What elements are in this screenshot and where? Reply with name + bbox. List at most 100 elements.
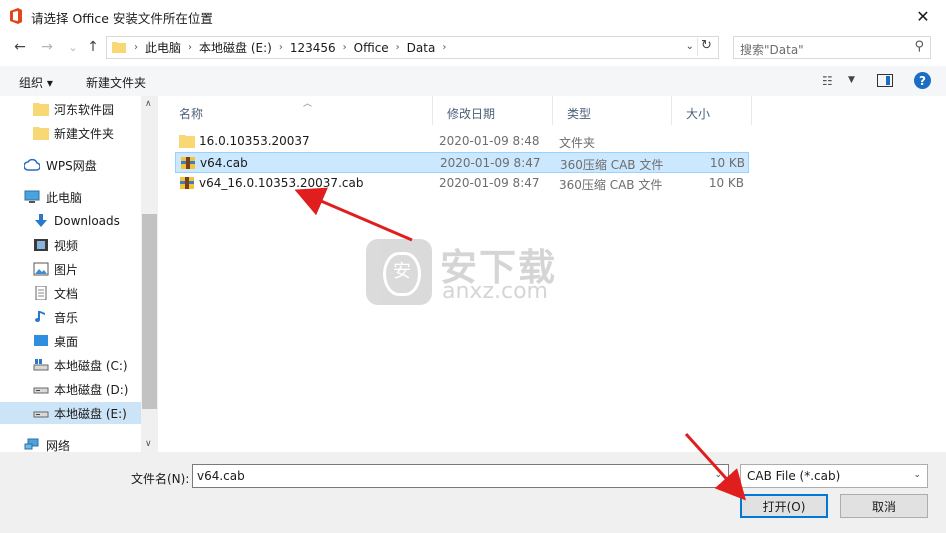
file-type: 360压缩 CAB 文件 xyxy=(559,178,663,192)
sidebar-item-music[interactable]: 音乐 xyxy=(0,306,141,328)
open-button[interactable]: 打开(O) xyxy=(740,494,828,518)
search-icon[interactable]: ⚲ xyxy=(914,39,924,54)
file-date: 2020-01-09 8:48 xyxy=(439,134,540,148)
sidebar-item-videos[interactable]: 视频 xyxy=(0,234,141,256)
computer-icon xyxy=(24,190,40,203)
address-bar[interactable]: › 此电脑 › 本地磁盘 (E:) › 123456 › Office › Da… xyxy=(106,36,719,59)
sidebar-item-this-pc[interactable]: 此电脑 xyxy=(0,186,141,208)
breadcrumb-data[interactable]: Data xyxy=(401,41,442,55)
breadcrumb-drive-e[interactable]: 本地磁盘 (E:) xyxy=(193,39,278,56)
sidebar-item-drive-e[interactable]: 本地磁盘 (E:) xyxy=(0,402,141,424)
file-date: 2020-01-09 8:47 xyxy=(440,156,541,170)
back-arrow-icon: ← xyxy=(14,39,26,55)
archive-icon xyxy=(181,157,195,169)
sidebar-item-desktop[interactable]: 桌面 xyxy=(0,330,141,352)
file-row-selected[interactable]: v64.cab 2020-01-09 8:47 360压缩 CAB 文件 10 … xyxy=(175,152,749,173)
column-header-size[interactable]: 大小 xyxy=(672,96,752,125)
view-options-icon[interactable]: ☷ xyxy=(822,74,833,88)
file-size: 10 KB xyxy=(708,176,744,190)
dialog-footer: 文件名(N): v64.cab ⌄ CAB File (*.cab) ⌄ 打开(… xyxy=(0,452,946,533)
filetype-select[interactable]: CAB File (*.cab) ⌄ xyxy=(740,464,928,488)
sidebar-item-new-folder[interactable]: 新建文件夹 xyxy=(0,122,141,144)
folder-icon xyxy=(33,103,49,116)
chevron-down-icon[interactable]: ⌄ xyxy=(714,470,722,480)
drive-icon xyxy=(33,387,49,394)
cancel-button[interactable]: 取消 xyxy=(840,494,928,518)
up-button[interactable]: ↑ xyxy=(84,38,102,56)
forward-arrow-icon: → xyxy=(41,39,53,55)
column-header-name[interactable]: 名称 ︿ xyxy=(165,96,433,125)
address-row: ← → ⌄ ↑ › 此电脑 › 本地磁盘 (E:) › 123456 › Off… xyxy=(0,32,946,62)
sidebar-item-network[interactable]: 网络 xyxy=(0,434,141,452)
column-header-date[interactable]: 修改日期 xyxy=(433,96,553,125)
breadcrumb: › 此电脑 › 本地磁盘 (E:) › 123456 › Office › Da… xyxy=(134,39,447,56)
scroll-up-icon[interactable]: ∧ xyxy=(145,99,152,109)
sidebar-item-drive-d[interactable]: 本地磁盘 (D:) xyxy=(0,378,141,400)
music-icon xyxy=(35,311,45,322)
search-placeholder: 搜索"Data" xyxy=(740,43,804,57)
breadcrumb-office[interactable]: Office xyxy=(348,41,395,55)
chevron-down-icon[interactable]: ⌄ xyxy=(913,470,921,480)
filename-value: v64.cab xyxy=(197,469,245,483)
sidebar-scrollbar[interactable]: ∧ ∨ xyxy=(141,96,158,452)
address-dropdown-icon[interactable]: ⌄ xyxy=(686,41,694,52)
document-icon xyxy=(35,286,47,300)
breadcrumb-this-pc[interactable]: 此电脑 xyxy=(139,39,187,56)
sidebar-item-pictures[interactable]: 图片 xyxy=(0,258,141,280)
view-dropdown-icon[interactable]: ▼ xyxy=(848,75,855,85)
window-title: 请选择 Office 安装文件所在位置 xyxy=(31,11,213,26)
watermark-logo-icon xyxy=(366,239,432,305)
search-input[interactable]: 搜索"Data" ⚲ xyxy=(733,36,931,59)
sidebar-item-documents[interactable]: 文档 xyxy=(0,282,141,304)
folder-icon xyxy=(179,135,195,148)
back-button[interactable]: ← xyxy=(11,38,29,56)
archive-icon xyxy=(180,177,194,189)
sort-ascending-icon: ︿ xyxy=(303,99,313,109)
video-icon xyxy=(34,239,48,251)
up-arrow-icon: ↑ xyxy=(87,39,99,55)
watermark-domain: anxz.com xyxy=(442,279,548,304)
picture-icon xyxy=(33,262,49,276)
watermark: 安下载 anxz.com xyxy=(366,237,586,307)
filename-label: 文件名(N): xyxy=(131,472,190,486)
close-button[interactable]: ✕ xyxy=(900,0,946,32)
scrollbar-thumb[interactable] xyxy=(142,214,157,409)
file-type: 360压缩 CAB 文件 xyxy=(560,158,664,172)
recent-locations-button[interactable]: ⌄ xyxy=(64,38,82,56)
forward-button[interactable]: → xyxy=(38,38,56,56)
new-folder-button[interactable]: 新建文件夹 xyxy=(86,74,146,91)
file-row[interactable]: 16.0.10353.20037 2020-01-09 8:48 文件夹 xyxy=(175,131,749,152)
scroll-down-icon[interactable]: ∨ xyxy=(145,439,152,449)
help-icon[interactable]: ? xyxy=(914,72,931,89)
preview-pane-icon[interactable] xyxy=(877,74,893,87)
chevron-down-icon: ⌄ xyxy=(68,40,78,54)
sidebar-item-wps-cloud[interactable]: WPS网盘 xyxy=(0,154,141,176)
file-date: 2020-01-09 8:47 xyxy=(439,176,540,190)
sidebar-item-hedong[interactable]: 河东软件园 xyxy=(0,98,141,120)
system-drive-icon xyxy=(33,359,49,371)
folder-icon xyxy=(112,42,126,53)
office-icon xyxy=(10,8,22,24)
cloud-icon xyxy=(24,158,40,171)
folder-icon xyxy=(33,127,49,140)
file-name: v64.cab xyxy=(200,156,248,170)
close-icon: ✕ xyxy=(916,6,930,26)
file-row[interactable]: v64_16.0.10353.20037.cab 2020-01-09 8:47… xyxy=(175,173,749,194)
file-size: 10 KB xyxy=(709,156,745,170)
organize-button[interactable]: 组织 ▾ xyxy=(19,74,53,91)
title-bar: 请选择 Office 安装文件所在位置 ✕ xyxy=(0,0,946,32)
refresh-icon[interactable]: ↻ xyxy=(697,38,715,56)
download-icon xyxy=(35,214,47,227)
file-name: v64_16.0.10353.20037.cab xyxy=(199,176,364,190)
column-header-type[interactable]: 类型 xyxy=(553,96,672,125)
network-icon xyxy=(24,438,39,450)
breadcrumb-123456[interactable]: 123456 xyxy=(284,41,342,55)
file-name: 16.0.10353.20037 xyxy=(199,134,310,148)
drive-icon xyxy=(33,411,49,418)
filename-input[interactable]: v64.cab ⌄ xyxy=(192,464,729,488)
desktop-icon xyxy=(34,335,48,346)
sidebar-item-downloads[interactable]: Downloads xyxy=(0,210,141,232)
command-bar: 组织 ▾ 新建文件夹 ☷ ▼ ? xyxy=(0,66,946,96)
filetype-value: CAB File (*.cab) xyxy=(747,469,841,483)
sidebar-item-drive-c[interactable]: 本地磁盘 (C:) xyxy=(0,354,141,376)
